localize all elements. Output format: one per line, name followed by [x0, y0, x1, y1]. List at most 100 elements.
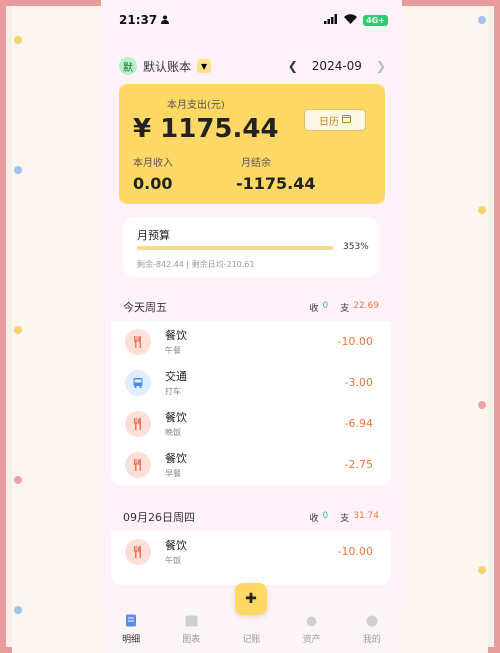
person-icon — [161, 13, 170, 27]
transaction-category: 交通 — [165, 370, 187, 383]
user-icon — [366, 615, 378, 630]
tab-label: 我的 — [362, 635, 381, 645]
wifi-icon — [344, 13, 358, 27]
tab-label: 资产 — [302, 635, 321, 645]
flower-decoration — [478, 16, 486, 24]
transaction-amount: -3.00 — [344, 376, 373, 389]
transaction-text: 餐饮 午饭 — [165, 537, 187, 566]
day-totals: 收 0 支 22.69 — [309, 301, 379, 314]
flower-decoration — [478, 566, 486, 574]
wallet-icon — [305, 615, 318, 630]
budget-progress-fill — [137, 246, 333, 250]
day-totals: 收 0 支 31.74 — [309, 511, 379, 524]
transaction-amount: -6.94 — [344, 417, 373, 430]
expense-tag: 支 — [340, 303, 350, 314]
transaction-amount: -2.75 — [344, 458, 373, 471]
transaction-category: 餐饮 — [165, 329, 187, 342]
signal-icon — [324, 13, 338, 27]
utensils-icon — [125, 410, 151, 437]
transaction-text: 交通 打车 — [165, 368, 187, 397]
flower-decoration — [14, 476, 22, 484]
book-name: 默认账本 — [143, 59, 192, 74]
balance-value: -1175.44 — [236, 174, 316, 193]
status-left: 21:37 — [119, 13, 170, 27]
frame-left-panel — [12, 6, 112, 653]
transaction-note: 晚饭 — [165, 428, 181, 437]
budget-progress-bar — [137, 246, 333, 250]
transaction-category: 餐饮 — [165, 411, 187, 424]
status-time: 21:37 — [119, 13, 158, 27]
chevron-down-icon[interactable]: ▼ — [197, 59, 212, 73]
calendar-icon — [342, 114, 351, 126]
day-title: 今天周五 — [123, 301, 167, 314]
transaction-note: 午餐 — [165, 346, 181, 355]
utensils-icon — [125, 328, 151, 355]
day-expense: 22.69 — [353, 300, 379, 311]
add-record-button[interactable]: ✚ — [235, 583, 267, 615]
calendar-button[interactable]: 日历 — [304, 109, 366, 131]
record-tab-spacer — [250, 616, 254, 630]
flower-decoration — [14, 166, 22, 174]
header-row: 默 默认账本 ▼ ❮ 2024-09 ❯ — [101, 54, 402, 78]
income-tag: 收 — [309, 513, 319, 524]
expense-title: 本月支出(元) — [167, 100, 225, 111]
day-title: 09月26日周四 — [123, 511, 195, 524]
income-tag: 收 — [309, 303, 319, 314]
bus-icon — [125, 369, 151, 396]
flower-decoration — [478, 206, 486, 214]
tab-assets[interactable]: 资产 — [287, 615, 337, 645]
calendar-label: 日历 — [319, 116, 339, 128]
budget-card[interactable]: 月预算 353% 剩余-842.44 | 剩余日均-210.61 — [123, 217, 379, 277]
transaction-text: 餐饮 晚饭 — [165, 409, 187, 438]
tab-record[interactable]: 记账 — [226, 616, 276, 645]
list-icon — [125, 614, 137, 630]
transaction-row[interactable]: 餐饮 午餐 -10.00 — [111, 321, 391, 362]
transaction-row[interactable]: 交通 打车 -3.00 — [111, 362, 391, 403]
income-value: 0.00 — [133, 174, 173, 193]
current-month[interactable]: 2024-09 — [312, 59, 362, 73]
day-header: 09月26日周四 收 0 支 31.74 — [111, 503, 391, 531]
flower-decoration — [14, 36, 22, 44]
transaction-category: 餐饮 — [165, 452, 187, 465]
tab-label: 明细 — [122, 635, 141, 645]
budget-title: 月预算 — [137, 229, 170, 242]
account-book-switcher[interactable]: 默 默认账本 ▼ — [119, 57, 212, 75]
tab-details[interactable]: 明细 — [106, 614, 156, 645]
flower-decoration — [478, 401, 486, 409]
budget-percent: 353% — [343, 242, 369, 252]
day-header: 今天周五 收 0 支 22.69 — [111, 293, 391, 321]
next-month-icon[interactable]: ❯ — [376, 59, 386, 73]
battery-icon: 4G+ — [363, 14, 388, 26]
day-group: 今天周五 收 0 支 22.69 餐饮 午餐 -10.00 交通 打车 -3.0… — [111, 293, 391, 485]
transaction-row[interactable]: 餐饮 晚饭 -6.94 — [111, 403, 391, 444]
monthly-summary-card: 本月支出(元) ¥ 1175.44 日历 本月收入 月结余 0.00 -1175… — [119, 84, 385, 204]
transaction-note: 午饭 — [165, 556, 181, 565]
budget-detail: 剩余-842.44 | 剩余日均-210.61 — [137, 260, 255, 269]
chart-icon — [185, 615, 198, 630]
balance-label: 月结余 — [241, 158, 271, 169]
month-navigator: ❮ 2024-09 ❯ — [288, 59, 386, 73]
plus-icon: ✚ — [245, 591, 257, 607]
income-label: 本月收入 — [133, 158, 173, 169]
status-right: 4G+ — [324, 13, 388, 27]
transaction-note: 打车 — [165, 387, 181, 396]
status-bar: 21:37 4G+ — [101, 0, 402, 40]
transaction-note: 早餐 — [165, 469, 181, 478]
flower-decoration — [14, 606, 22, 614]
expense-amount: ¥ 1175.44 — [133, 114, 279, 144]
transaction-text: 餐饮 早餐 — [165, 450, 187, 479]
utensils-icon — [125, 538, 151, 565]
tab-label: 图表 — [182, 635, 201, 645]
tab-charts[interactable]: 图表 — [166, 615, 216, 645]
transaction-row[interactable]: 餐饮 午饭 -10.00 — [111, 531, 391, 572]
book-avatar: 默 — [119, 57, 137, 75]
transaction-text: 餐饮 午餐 — [165, 327, 187, 356]
phone-screen: 21:37 4G+ 默 默认账本 ▼ ❮ 2024-09 ❯ 本月支出(元) ¥… — [101, 0, 402, 653]
transaction-row[interactable]: 餐饮 早餐 -2.75 — [111, 444, 391, 485]
utensils-icon — [125, 451, 151, 478]
prev-month-icon[interactable]: ❮ — [288, 59, 298, 73]
flower-decoration — [14, 326, 22, 334]
tab-profile[interactable]: 我的 — [347, 615, 397, 645]
transaction-amount: -10.00 — [337, 335, 373, 348]
transaction-amount: -10.00 — [337, 545, 373, 558]
